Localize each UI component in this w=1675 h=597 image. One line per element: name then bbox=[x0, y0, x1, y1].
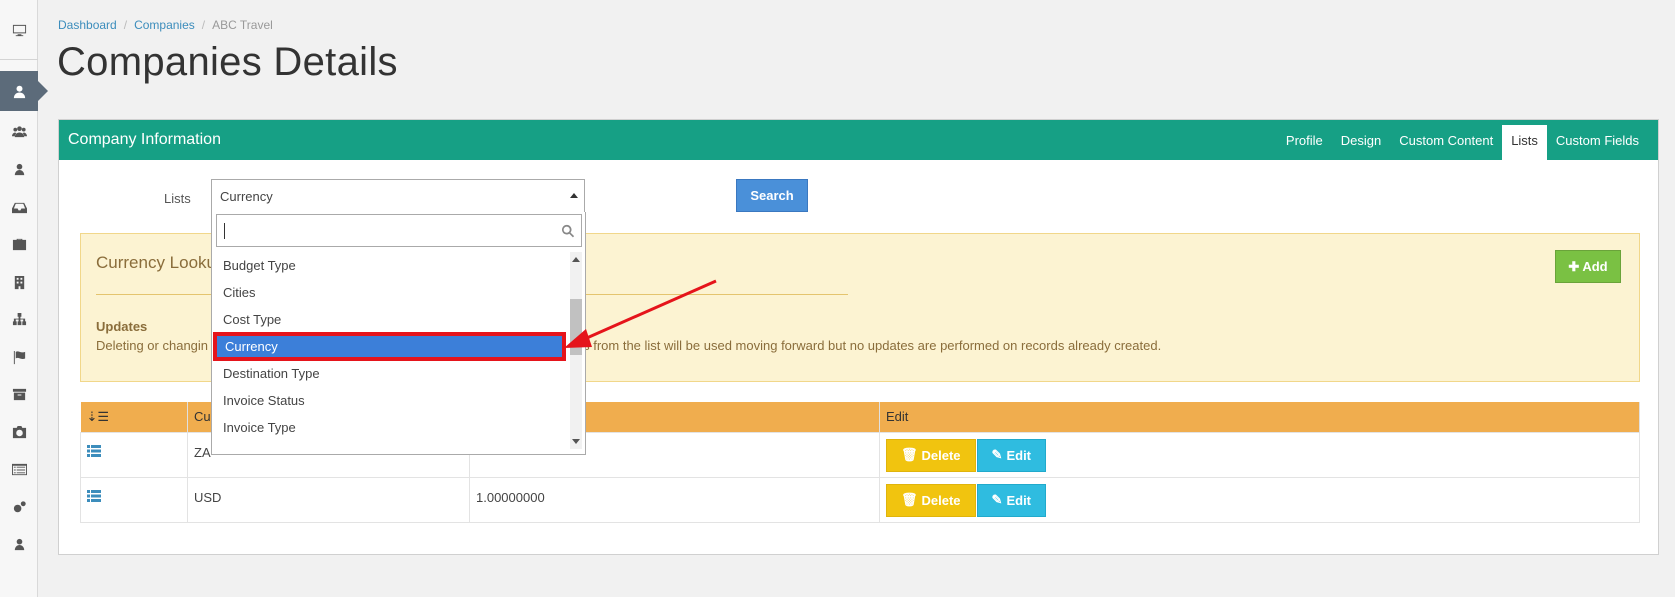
plus-icon: ✚ bbox=[1568, 258, 1580, 274]
add-button-label: Add bbox=[1582, 259, 1608, 274]
edit-label: Edit bbox=[1006, 447, 1032, 463]
person-icon[interactable] bbox=[0, 149, 38, 189]
list-icon[interactable] bbox=[87, 444, 101, 460]
user-icon[interactable] bbox=[0, 71, 48, 111]
edit-label: Edit bbox=[1006, 492, 1032, 508]
pencil-icon: ✎ bbox=[991, 447, 1003, 462]
add-button[interactable]: ✚ Add bbox=[1555, 250, 1621, 283]
row-handle[interactable] bbox=[80, 431, 188, 478]
account-icon[interactable] bbox=[0, 524, 38, 564]
delete-button[interactable]: 🗑 Delete bbox=[886, 483, 976, 517]
lists-select-value: Currency bbox=[220, 189, 273, 204]
option-invoice-status[interactable]: Invoice Status bbox=[212, 387, 567, 414]
delete-button[interactable]: 🗑 Delete bbox=[886, 438, 976, 472]
option-invoice-type[interactable]: Invoice Type bbox=[212, 414, 567, 441]
archive-icon[interactable] bbox=[0, 374, 38, 414]
tab-bar: Profile Design Custom Content Lists Cust… bbox=[1277, 125, 1648, 160]
lists-select[interactable]: Currency bbox=[211, 179, 585, 213]
trash-icon: 🗑 bbox=[901, 492, 918, 507]
flag-icon[interactable] bbox=[0, 337, 38, 377]
table-row: USD 1.00000000 🗑 Delete ✎ Edit bbox=[80, 476, 1640, 523]
caret-up-icon bbox=[570, 193, 578, 198]
inbox-icon[interactable] bbox=[0, 187, 38, 227]
option-currency[interactable]: Currency bbox=[213, 332, 566, 361]
tab-design[interactable]: Design bbox=[1332, 125, 1390, 160]
breadcrumb-dashboard-link[interactable]: Dashboard bbox=[58, 18, 117, 32]
alert-text-start: Deleting or changin bbox=[96, 338, 209, 353]
dropdown-search-input[interactable] bbox=[216, 214, 582, 247]
tab-lists[interactable]: Lists bbox=[1502, 125, 1547, 160]
edit-button[interactable]: ✎ Edit bbox=[976, 483, 1047, 517]
lists-dropdown: Budget Type Cities Cost Type Currency De… bbox=[211, 212, 586, 455]
search-icon bbox=[561, 224, 575, 241]
tab-custom-content[interactable]: Custom Content bbox=[1390, 125, 1502, 160]
breadcrumb: Dashboard / Companies / ABC Travel bbox=[58, 18, 273, 32]
dropdown-options: Budget Type Cities Cost Type Currency De… bbox=[212, 252, 567, 441]
panel-header: Company Information Profile Design Custo… bbox=[59, 120, 1658, 160]
desktop-icon[interactable] bbox=[0, 10, 38, 50]
briefcase-icon[interactable] bbox=[0, 224, 38, 264]
panel-title: Company Information bbox=[68, 131, 221, 148]
tab-profile[interactable]: Profile bbox=[1277, 125, 1332, 160]
pencil-icon: ✎ bbox=[991, 492, 1003, 507]
rate-cell: 1.00000000 bbox=[469, 476, 880, 523]
breadcrumb-companies-link[interactable]: Companies bbox=[134, 18, 195, 32]
scroll-up-icon[interactable] bbox=[572, 257, 580, 262]
search-button[interactable]: Search bbox=[736, 179, 808, 212]
list-alt-icon[interactable] bbox=[0, 449, 38, 489]
actions-cell: 🗑 Delete ✎ Edit bbox=[879, 431, 1640, 478]
option-budget-type[interactable]: Budget Type bbox=[212, 252, 567, 279]
sidebar-separator bbox=[0, 59, 38, 60]
actions-cell: 🗑 Delete ✎ Edit bbox=[879, 476, 1640, 523]
tab-custom-fields[interactable]: Custom Fields bbox=[1547, 125, 1648, 160]
cogs-icon[interactable] bbox=[0, 487, 38, 527]
edit-header: Edit bbox=[879, 402, 1640, 432]
option-cost-type[interactable]: Cost Type bbox=[212, 306, 567, 333]
list-icon[interactable] bbox=[87, 489, 101, 505]
scroll-down-icon[interactable] bbox=[572, 439, 580, 444]
delete-label: Delete bbox=[921, 447, 961, 463]
users-icon[interactable] bbox=[0, 111, 38, 151]
option-cities[interactable]: Cities bbox=[212, 279, 567, 306]
row-handle[interactable] bbox=[80, 476, 188, 523]
building-icon[interactable] bbox=[0, 262, 38, 302]
page-title: Companies Details bbox=[57, 40, 398, 84]
alert-title: Currency Lookup bbox=[96, 253, 226, 272]
edit-button[interactable]: ✎ Edit bbox=[976, 438, 1047, 472]
sitemap-icon[interactable] bbox=[0, 299, 38, 339]
alert-subtitle: Updates bbox=[96, 319, 148, 334]
delete-label: Delete bbox=[921, 492, 961, 508]
sort-amount-icon: ⇣☰ bbox=[86, 408, 110, 424]
breadcrumb-current: ABC Travel bbox=[212, 18, 273, 32]
sidebar bbox=[0, 0, 48, 597]
annotation-arrow-icon bbox=[564, 279, 717, 348]
lists-label: Lists bbox=[164, 191, 191, 206]
option-destination-type[interactable]: Destination Type bbox=[212, 360, 567, 387]
trash-icon: 🗑 bbox=[901, 447, 918, 462]
sort-header[interactable]: ⇣☰ bbox=[80, 402, 188, 432]
camera-icon[interactable] bbox=[0, 412, 38, 452]
currency-code-cell: USD bbox=[187, 476, 470, 523]
text-cursor bbox=[224, 223, 225, 239]
